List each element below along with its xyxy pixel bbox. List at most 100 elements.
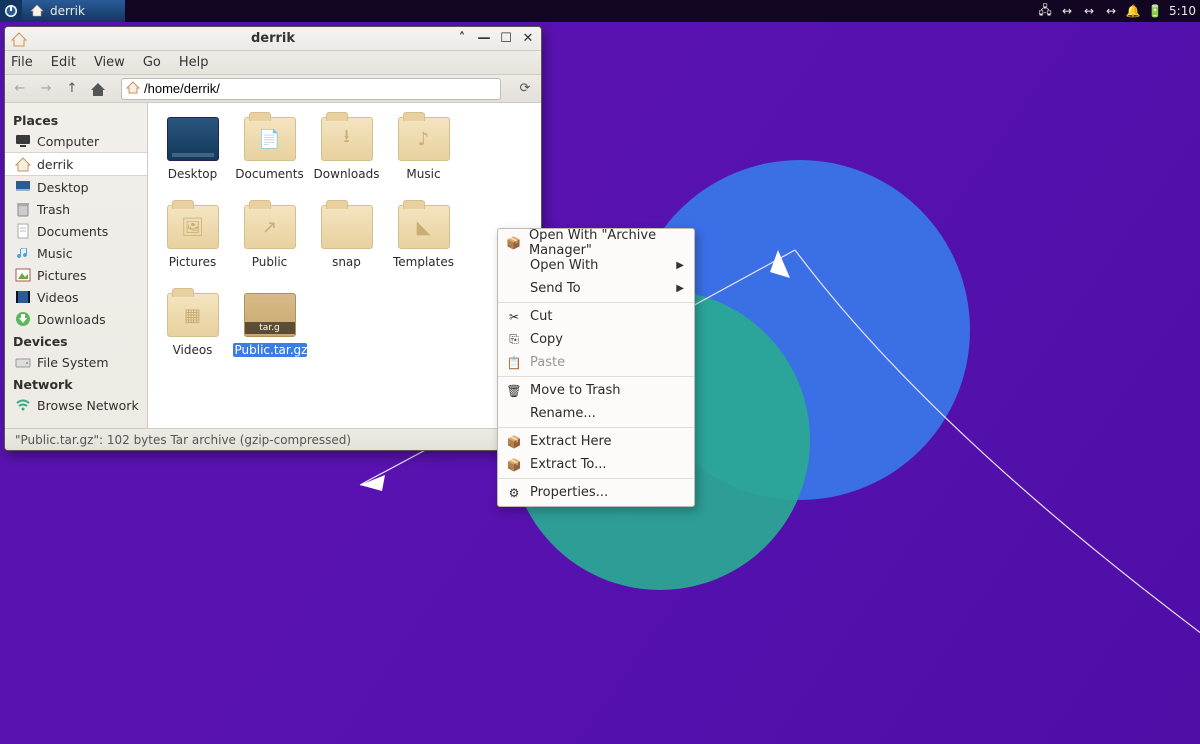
context-menu-extract-to[interactable]: 📦Extract To... bbox=[498, 453, 694, 476]
menu-view[interactable]: View bbox=[94, 55, 125, 70]
file-videos[interactable]: ▦Videos bbox=[154, 289, 231, 373]
sidebar-item-label: Music bbox=[37, 246, 73, 261]
file-label: Music bbox=[406, 167, 440, 181]
menu-item-label: Copy bbox=[530, 332, 563, 347]
menu-go[interactable]: Go bbox=[143, 55, 161, 70]
trash-icon bbox=[15, 201, 31, 217]
back-button[interactable]: ← bbox=[11, 80, 29, 98]
file-desktop[interactable]: Desktop bbox=[154, 113, 231, 197]
maximize-button[interactable]: ☐ bbox=[499, 31, 513, 46]
sidebar-item-pictures[interactable]: Pictures bbox=[5, 264, 147, 286]
home-button[interactable] bbox=[89, 80, 107, 98]
file-public-tar-gz[interactable]: Public.tar.gz bbox=[231, 289, 308, 373]
sidebar-item-computer[interactable]: Computer bbox=[5, 130, 147, 152]
file-label: Pictures bbox=[169, 255, 217, 269]
context-menu-properties[interactable]: ⚙ Properties... bbox=[498, 481, 694, 504]
pictures-icon bbox=[15, 267, 31, 283]
menu-item-label: Paste bbox=[530, 355, 565, 370]
menu-item-icon: ⚙ bbox=[506, 485, 522, 501]
home-icon bbox=[126, 80, 140, 98]
context-menu-separator bbox=[498, 376, 694, 377]
sidebar-section-network: Network bbox=[5, 373, 147, 394]
home-icon bbox=[30, 3, 44, 20]
folder-icon: ◣ bbox=[398, 205, 450, 249]
context-menu-move-to-trash[interactable]: 🗑Move to Trash bbox=[498, 379, 694, 402]
menu-item-icon bbox=[506, 406, 522, 422]
menu-item-icon: 📦 bbox=[506, 235, 521, 251]
sidebar-item-browse-network[interactable]: Browse Network bbox=[5, 394, 147, 416]
sidebar-item-label: Videos bbox=[37, 290, 79, 305]
submenu-arrow-icon: ▶ bbox=[676, 260, 684, 271]
file-downloads[interactable]: ⭳ Downloads bbox=[308, 113, 385, 197]
context-menu-cut[interactable]: ✂Cut bbox=[498, 305, 694, 328]
sidebar-item-derrik[interactable]: derrik bbox=[5, 152, 147, 176]
context-menu-send-to[interactable]: Send To▶ bbox=[498, 277, 694, 300]
context-menu-copy[interactable]: ⎘Copy bbox=[498, 328, 694, 351]
context-menu-rename[interactable]: Rename... bbox=[498, 402, 694, 425]
up-button[interactable]: ↑ bbox=[63, 80, 81, 98]
context-menu-open-with[interactable]: Open With▶ bbox=[498, 254, 694, 277]
menu-item-icon: 📦 bbox=[506, 457, 522, 473]
sidebar-item-label: derrik bbox=[37, 157, 73, 172]
sidebar-item-documents[interactable]: Documents bbox=[5, 220, 147, 242]
context-menu: 📦Open With "Archive Manager"Open With▶Se… bbox=[497, 228, 695, 507]
desktop-icon bbox=[167, 117, 219, 161]
context-menu-extract-here[interactable]: 📦Extract Here bbox=[498, 430, 694, 453]
file-label: Public bbox=[252, 255, 288, 269]
sidebar-item-trash[interactable]: Trash bbox=[5, 198, 147, 220]
window-titlebar[interactable]: derrik ˄ — ☐ ✕ bbox=[5, 27, 541, 51]
file-documents[interactable]: 📄Documents bbox=[231, 113, 308, 197]
file-label: Downloads bbox=[314, 167, 380, 181]
sidebar-item-label: Documents bbox=[37, 224, 108, 239]
sidebar-item-label: Desktop bbox=[37, 180, 89, 195]
music-icon bbox=[15, 245, 31, 261]
close-button[interactable]: ✕ bbox=[521, 31, 535, 46]
menu-item-label: Properties... bbox=[530, 485, 608, 500]
file-snap[interactable]: snap bbox=[308, 201, 385, 285]
forward-button[interactable]: → bbox=[37, 80, 55, 98]
context-menu-open-with-archive-manager[interactable]: 📦Open With "Archive Manager" bbox=[498, 231, 694, 254]
sidebar-item-label: File System bbox=[37, 355, 109, 370]
clock[interactable]: 5:10 bbox=[1169, 4, 1196, 18]
sidebar-item-file-system[interactable]: File System bbox=[5, 351, 147, 373]
menu-item-icon bbox=[506, 258, 522, 274]
sidebar-item-music[interactable]: Music bbox=[5, 242, 147, 264]
battery-icon[interactable]: 🔋 bbox=[1147, 4, 1163, 18]
folder-icon: 🖼 bbox=[167, 205, 219, 249]
folder-icon: ⭳ bbox=[321, 117, 373, 161]
file-music[interactable]: ♪Music bbox=[385, 113, 462, 197]
top-panel: derrik 🖧 ↔ ↔ ↔ 🔔 🔋 5:10 bbox=[0, 0, 1200, 22]
home-icon bbox=[11, 31, 27, 47]
menu-help[interactable]: Help bbox=[179, 55, 209, 70]
menu-edit[interactable]: Edit bbox=[51, 55, 76, 70]
tray-icon-1[interactable]: ↔ bbox=[1059, 4, 1075, 18]
menu-item-label: Send To bbox=[530, 281, 581, 296]
sidebar-item-label: Downloads bbox=[37, 312, 106, 327]
path-input[interactable] bbox=[144, 81, 496, 96]
rollup-button[interactable]: ˄ bbox=[455, 31, 469, 46]
drive-icon bbox=[15, 354, 31, 370]
network-icon[interactable]: 🖧 bbox=[1037, 1, 1053, 22]
sidebar-item-label: Pictures bbox=[37, 268, 87, 283]
icon-view[interactable]: Desktop📄Documents ⭳ Downloads ♪Music 🖼 Pictur… bbox=[148, 103, 541, 428]
file-label: Documents bbox=[235, 167, 303, 181]
menu-item-icon: 🗑 bbox=[506, 383, 522, 399]
menu-file[interactable]: File bbox=[11, 55, 33, 70]
file-public[interactable]: ↗Public bbox=[231, 201, 308, 285]
minimize-button[interactable]: — bbox=[477, 31, 491, 46]
taskbar-item-derrik[interactable]: derrik bbox=[22, 0, 125, 22]
file-pictures[interactable]: 🖼 Pictures bbox=[154, 201, 231, 285]
tray-icon-2[interactable]: ↔ bbox=[1081, 4, 1097, 18]
sidebar-item-desktop[interactable]: Desktop bbox=[5, 176, 147, 198]
file-templates[interactable]: ◣Templates bbox=[385, 201, 462, 285]
notification-icon[interactable]: 🔔 bbox=[1125, 4, 1141, 18]
file-label: Public.tar.gz bbox=[233, 343, 307, 357]
reload-button[interactable]: ⟳ bbox=[515, 80, 535, 98]
sidebar-item-downloads[interactable]: Downloads bbox=[5, 308, 147, 330]
app-menu-button[interactable] bbox=[0, 0, 22, 22]
tray-icon-3[interactable]: ↔ bbox=[1103, 4, 1119, 18]
sidebar-item-videos[interactable]: Videos bbox=[5, 286, 147, 308]
context-menu-separator bbox=[498, 427, 694, 428]
path-bar[interactable] bbox=[121, 78, 501, 100]
folder-icon: ▦ bbox=[167, 293, 219, 337]
